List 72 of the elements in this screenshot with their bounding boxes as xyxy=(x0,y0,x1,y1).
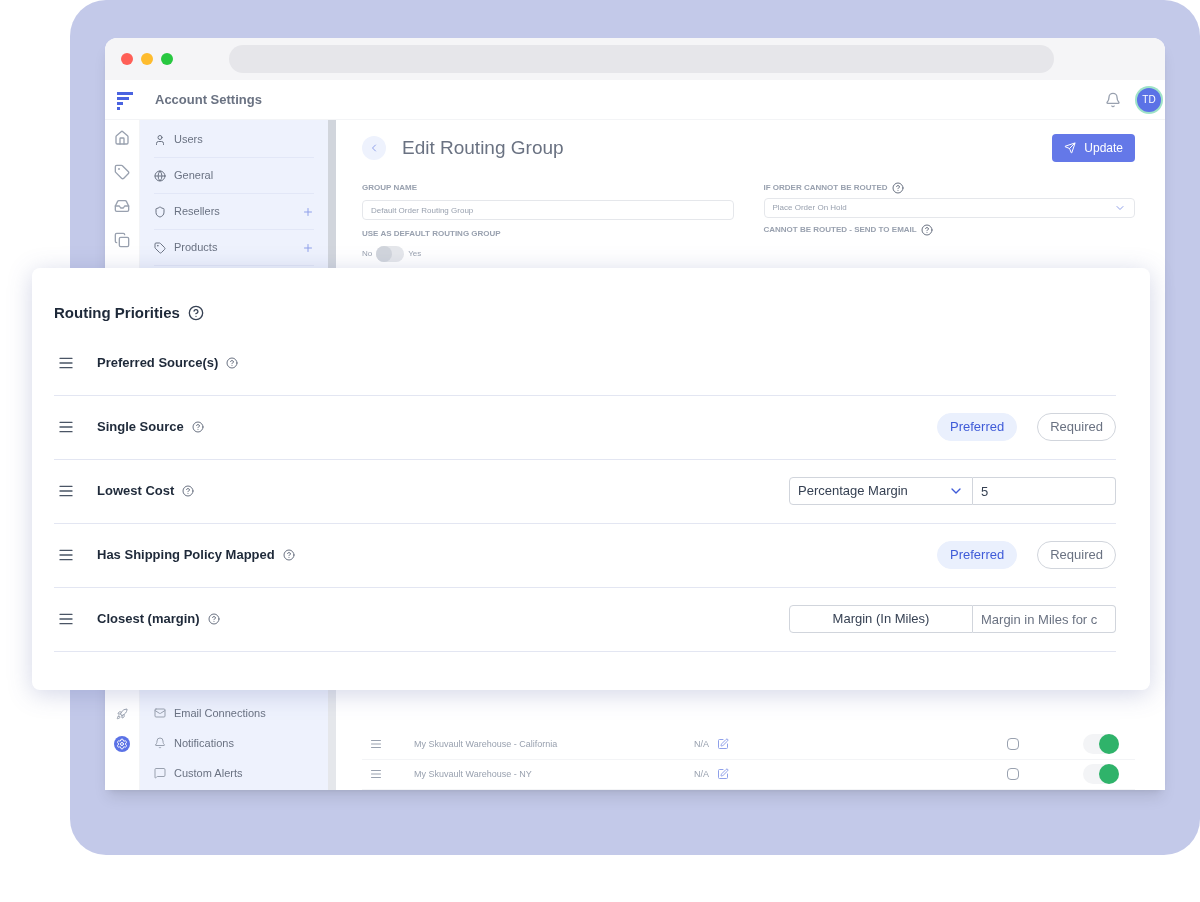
drag-handle-icon[interactable] xyxy=(58,611,74,627)
drag-handle-icon[interactable] xyxy=(370,768,382,781)
checkbox[interactable] xyxy=(1007,738,1019,751)
user-icon xyxy=(154,133,166,146)
sidebar-item[interactable]: Notifications xyxy=(154,728,314,758)
edit-icon[interactable] xyxy=(717,738,729,751)
input-addon: Margin (In Miles) xyxy=(789,605,973,633)
route-fallback-select[interactable]: Place Order On Hold xyxy=(763,198,1135,219)
source-toggle[interactable] xyxy=(1083,734,1119,755)
sidebar-item[interactable]: Custom Alerts xyxy=(154,758,314,788)
scrollbar-track[interactable] xyxy=(328,690,336,790)
source-name: My Skuvault Warehouse - NY xyxy=(414,767,533,781)
sidebar-item[interactable]: Resellers xyxy=(154,194,314,230)
update-button[interactable]: Update xyxy=(1052,134,1135,163)
scrollbar-thumb[interactable] xyxy=(328,120,336,268)
inbox-icon[interactable] xyxy=(114,198,130,214)
shield-icon xyxy=(154,205,166,218)
help-icon[interactable] xyxy=(187,305,204,322)
tag-icon[interactable] xyxy=(154,241,166,254)
sidebar-item[interactable]: Users xyxy=(154,122,314,158)
mail-icon xyxy=(154,707,166,719)
app-title: Account Settings xyxy=(155,90,262,109)
rocket-icon[interactable] xyxy=(116,708,128,720)
bell-icon xyxy=(154,737,166,749)
option-pill[interactable]: Preferred xyxy=(937,413,1018,441)
field-label: CANNOT BE ROUTED - SEND TO EMAIL xyxy=(763,224,917,237)
toggle-label: No xyxy=(362,248,373,261)
toggle-label: Yes xyxy=(408,248,422,261)
source-name: My Skuvault Warehouse - California xyxy=(414,737,559,751)
priority-label: Lowest Cost xyxy=(97,482,175,501)
sidebar-item[interactable]: Products xyxy=(154,230,314,266)
bell-icon[interactable] xyxy=(1105,91,1121,108)
field-label: IF ORDER CANNOT BE ROUTED xyxy=(763,182,888,195)
margin-input[interactable]: 5 xyxy=(973,477,1116,505)
card-title: Routing Priorities xyxy=(54,303,180,323)
expand-icon[interactable] xyxy=(302,205,314,218)
checkbox[interactable] xyxy=(1007,768,1019,781)
option-pill[interactable]: Required xyxy=(1037,413,1116,441)
home-icon[interactable] xyxy=(114,130,130,146)
edit-icon[interactable] xyxy=(717,768,729,781)
option-pill[interactable]: Required xyxy=(1037,541,1116,569)
priority-label: Closest (margin) xyxy=(97,610,200,629)
message-icon xyxy=(154,767,166,779)
field-label: GROUP NAME xyxy=(362,182,418,195)
drag-handle-icon[interactable] xyxy=(370,738,382,751)
expand-icon[interactable] xyxy=(302,241,314,254)
sidebar-item[interactable]: General xyxy=(154,158,314,194)
settings-icon[interactable] xyxy=(116,738,128,750)
drag-handle-icon[interactable] xyxy=(58,547,74,563)
copy-icon[interactable] xyxy=(114,232,130,248)
field-label: USE AS DEFAULT ROUTING GROUP xyxy=(362,228,502,241)
margin-type-select[interactable]: Percentage Margin xyxy=(789,477,973,505)
default-toggle[interactable] xyxy=(376,246,405,263)
sidebar-item[interactable]: Email Connections xyxy=(154,698,314,728)
priority-label: Preferred Source(s) xyxy=(97,354,219,373)
tag-icon[interactable] xyxy=(114,164,130,180)
drag-handle-icon[interactable] xyxy=(58,483,74,499)
page-title: Edit Routing Group xyxy=(402,135,564,160)
user-avatar[interactable]: TD xyxy=(1137,87,1161,112)
send-icon xyxy=(1064,142,1077,155)
source-value: N/A xyxy=(694,737,709,751)
globe-icon xyxy=(154,169,166,182)
option-pill[interactable]: Preferred xyxy=(937,541,1018,569)
drag-handle-icon[interactable] xyxy=(58,419,74,435)
miles-input[interactable]: Margin in Miles for c xyxy=(973,605,1116,633)
group-name-field[interactable]: Default Order Routing Group xyxy=(362,200,734,221)
source-value: N/A xyxy=(694,767,709,781)
source-toggle[interactable] xyxy=(1083,764,1119,785)
priority-label: Has Shipping Policy Mapped xyxy=(97,546,275,565)
drag-handle-icon[interactable] xyxy=(58,355,74,371)
logo-icon[interactable] xyxy=(115,89,135,110)
priority-label: Single Source xyxy=(97,418,184,437)
